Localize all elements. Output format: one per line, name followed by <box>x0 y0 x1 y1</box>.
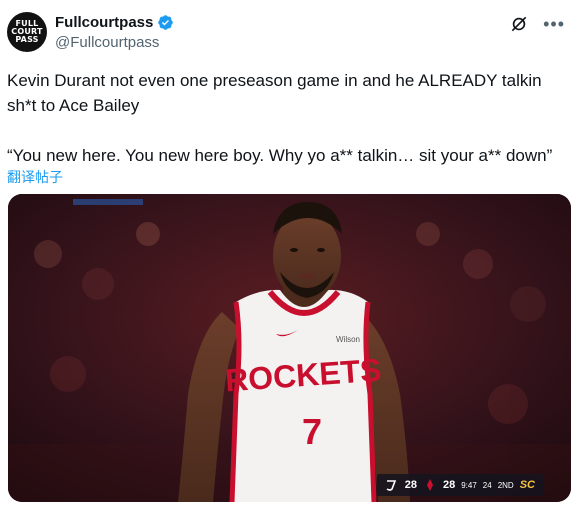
verified-badge-icon <box>158 15 174 30</box>
top-actions: ••• <box>509 14 565 34</box>
period: 2ND <box>497 480 514 490</box>
scorebug: 28 28 9:47 24 2ND SC <box>376 474 543 496</box>
avatar-line-3: PASS <box>15 35 39 44</box>
game-clock: 9:47 <box>461 480 477 490</box>
tweet-media-image[interactable]: Wilson ROCKETS 7 28 28 9:47 24 2ND SC <box>8 194 571 502</box>
more-options-icon[interactable]: ••• <box>543 15 565 33</box>
avatar[interactable]: FULL COURT PASS <box>7 12 47 52</box>
player-photo: Wilson ROCKETS 7 <box>8 194 571 502</box>
tweet-text: Kevin Durant not even one preseason game… <box>7 71 553 165</box>
away-score: 28 <box>404 479 417 491</box>
tweet-header: Fullcourtpass @Fullcourtpass <box>55 14 174 51</box>
shot-clock: 24 <box>482 480 492 490</box>
network-logo: SC <box>519 479 535 491</box>
jersey-brand: Wilson <box>336 335 360 344</box>
home-score: 28 <box>442 479 456 491</box>
jazz-logo-icon <box>386 480 396 491</box>
grok-icon[interactable] <box>509 14 529 34</box>
jersey-number: 7 <box>302 411 322 452</box>
display-name[interactable]: Fullcourtpass <box>55 14 153 31</box>
handle[interactable]: @Fullcourtpass <box>55 34 174 51</box>
translate-link[interactable]: 翻译帖子 <box>7 167 63 187</box>
rockets-logo-icon <box>426 479 433 491</box>
